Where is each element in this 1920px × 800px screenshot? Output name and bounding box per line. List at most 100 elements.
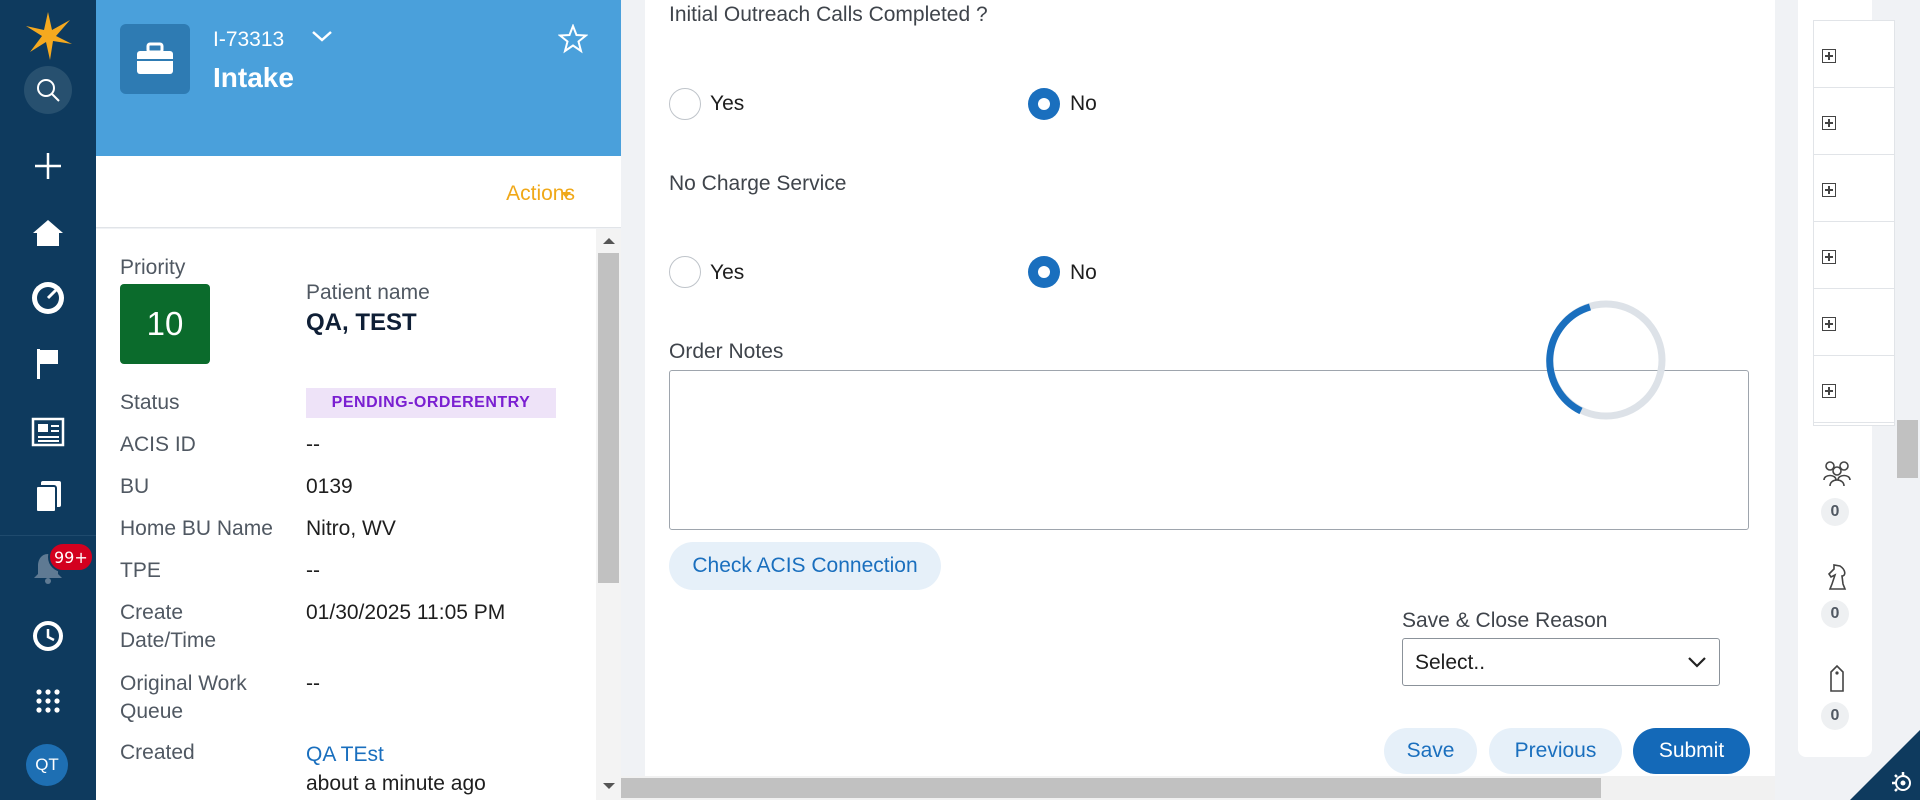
expand-row[interactable] xyxy=(1814,289,1896,356)
expand-row[interactable] xyxy=(1814,88,1896,155)
page-scrollbar[interactable] xyxy=(1895,0,1920,800)
page-scroll-thumb[interactable] xyxy=(1897,420,1918,478)
tag-count: 0 xyxy=(1821,702,1849,730)
check-acis-connection-button[interactable]: Check ACIS Connection xyxy=(669,542,941,590)
nav-apps[interactable] xyxy=(0,673,96,729)
intake-form: Initial Outreach Calls Completed ? Yes N… xyxy=(645,0,1775,776)
home-icon xyxy=(33,220,63,246)
expand-plus-icon[interactable] xyxy=(1822,317,1836,331)
nav-divider xyxy=(0,535,96,536)
expand-plus-icon[interactable] xyxy=(1822,183,1836,197)
search-icon xyxy=(37,79,60,102)
no-charge-no-label: No xyxy=(1070,261,1097,284)
created-label: Created xyxy=(120,741,195,764)
submit-button[interactable]: Submit xyxy=(1633,728,1750,774)
nav-home[interactable] xyxy=(0,205,96,261)
status-label: Status xyxy=(120,391,180,414)
expand-plus-icon[interactable] xyxy=(1822,250,1836,264)
no-charge-service-question: No Charge Service xyxy=(669,172,847,195)
expand-row[interactable] xyxy=(1814,155,1896,222)
create-datetime-value: 01/30/2025 11:05 PM xyxy=(306,601,506,624)
nav-flag[interactable] xyxy=(0,336,96,392)
priority-value: 10 xyxy=(120,284,210,364)
expand-row[interactable] xyxy=(1814,222,1896,289)
scroll-up-arrow-icon[interactable] xyxy=(603,238,615,244)
app-nav: 99+ QT xyxy=(0,0,96,800)
tag-icon[interactable] xyxy=(1822,664,1852,699)
priority-label: Priority xyxy=(120,256,186,279)
nav-search[interactable] xyxy=(0,62,96,118)
history-icon xyxy=(33,621,63,651)
case-title: Intake xyxy=(213,62,294,93)
chess-knight-icon[interactable] xyxy=(1822,562,1852,597)
chevron-down-icon xyxy=(1687,655,1707,674)
case-header: I-73313 Intake xyxy=(96,0,621,156)
status-badge: PENDING-ORDERENTRY xyxy=(306,388,556,418)
expand-plus-icon[interactable] xyxy=(1822,49,1836,63)
original-work-queue-label: Original Work Queue xyxy=(120,672,247,723)
favorite-star-icon[interactable] xyxy=(557,23,589,59)
horizontal-scrollbar[interactable] xyxy=(621,776,1920,800)
expand-row[interactable] xyxy=(1814,21,1896,88)
nav-news[interactable] xyxy=(0,404,96,460)
expand-row[interactable] xyxy=(1814,356,1896,423)
outreach-no-label: No xyxy=(1070,92,1097,115)
acis-id-value: -- xyxy=(306,433,320,456)
panel-gap xyxy=(621,0,645,776)
dashboard-gauge-icon xyxy=(32,282,64,314)
home-bu-name-value: Nitro, WV xyxy=(306,517,396,540)
documents-icon xyxy=(35,481,61,513)
order-notes-label: Order Notes xyxy=(669,340,784,363)
actions-caret-icon[interactable] xyxy=(561,192,571,198)
expand-plus-icon[interactable] xyxy=(1822,384,1836,398)
no-charge-yes-radio[interactable] xyxy=(669,256,701,288)
outreach-calls-question: Initial Outreach Calls Completed ? xyxy=(669,3,988,26)
plus-icon xyxy=(35,153,61,179)
notification-badge: 99+ xyxy=(48,542,94,572)
actions-bar: Actions xyxy=(96,156,621,228)
settings-corner[interactable] xyxy=(1850,730,1920,800)
flag-icon xyxy=(37,349,58,379)
case-menu-chevron-down-icon[interactable] xyxy=(310,28,334,49)
scroll-down-arrow-icon[interactable] xyxy=(603,783,615,789)
briefcase-icon xyxy=(120,24,190,94)
app-logo[interactable] xyxy=(0,8,96,64)
save-close-reason-select[interactable]: Select.. xyxy=(1402,638,1720,686)
nav-dashboard[interactable] xyxy=(0,270,96,326)
created-time: about a minute ago xyxy=(306,772,486,795)
team-count: 0 xyxy=(1821,498,1849,526)
star-logo-icon xyxy=(26,12,72,60)
tpe-value: -- xyxy=(306,559,320,582)
expand-plus-icon[interactable] xyxy=(1822,116,1836,130)
save-close-reason-value: Select.. xyxy=(1415,651,1486,674)
outreach-yes-label: Yes xyxy=(710,92,745,115)
outreach-yes-radio[interactable] xyxy=(669,88,701,120)
original-work-queue-value: -- xyxy=(306,672,320,695)
nav-create[interactable] xyxy=(0,138,96,194)
user-avatar[interactable]: QT xyxy=(26,744,68,786)
news-icon xyxy=(31,417,65,447)
horizontal-scroll-thumb[interactable] xyxy=(621,778,1601,798)
details-scrollbar[interactable] xyxy=(596,229,621,800)
expand-list xyxy=(1813,20,1896,426)
save-close-reason-label: Save & Close Reason xyxy=(1402,609,1608,632)
previous-button[interactable]: Previous xyxy=(1489,728,1622,774)
no-charge-no-radio[interactable] xyxy=(1028,256,1060,288)
strategy-count: 0 xyxy=(1821,600,1849,628)
team-people-icon[interactable] xyxy=(1822,458,1852,493)
create-datetime-label: Create Date/Time xyxy=(120,601,217,652)
patient-name: QA, TEST xyxy=(306,309,417,336)
loading-spinner-icon xyxy=(1545,299,1667,426)
created-by-link[interactable]: QA TEst xyxy=(306,741,384,769)
save-button[interactable]: Save xyxy=(1384,728,1477,774)
nav-documents[interactable] xyxy=(0,468,96,524)
bu-value: 0139 xyxy=(306,475,353,498)
case-id: I-73313 xyxy=(213,28,285,51)
outreach-no-radio[interactable] xyxy=(1028,88,1060,120)
details-scroll-thumb[interactable] xyxy=(598,253,619,583)
apps-grid-icon xyxy=(36,689,60,713)
nav-history[interactable] xyxy=(0,608,96,664)
tpe-label: TPE xyxy=(120,559,161,582)
bu-label: BU xyxy=(120,475,150,498)
home-bu-name-label: Home BU Name xyxy=(120,517,273,540)
